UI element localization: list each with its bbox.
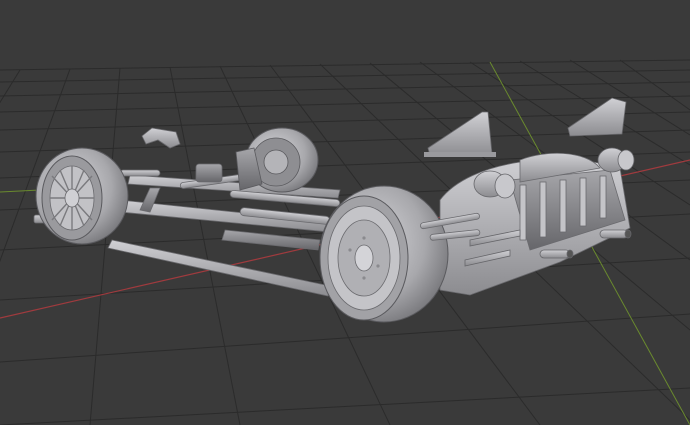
viewport-canvas[interactable] <box>0 0 690 425</box>
rear-wheel-right <box>235 127 319 193</box>
wing-mount-right <box>567 97 627 137</box>
engine-block <box>439 152 631 296</box>
front-wheel-left <box>35 147 129 245</box>
rear-wheel-left <box>319 185 449 323</box>
side-skirt-panel <box>107 239 331 297</box>
y-axis-line-left <box>0 189 41 193</box>
wing-mount-left-base <box>424 152 496 157</box>
chassis-frame <box>119 173 341 251</box>
side-mirror-bracket <box>141 127 181 149</box>
3d-viewport[interactable] <box>0 0 690 425</box>
